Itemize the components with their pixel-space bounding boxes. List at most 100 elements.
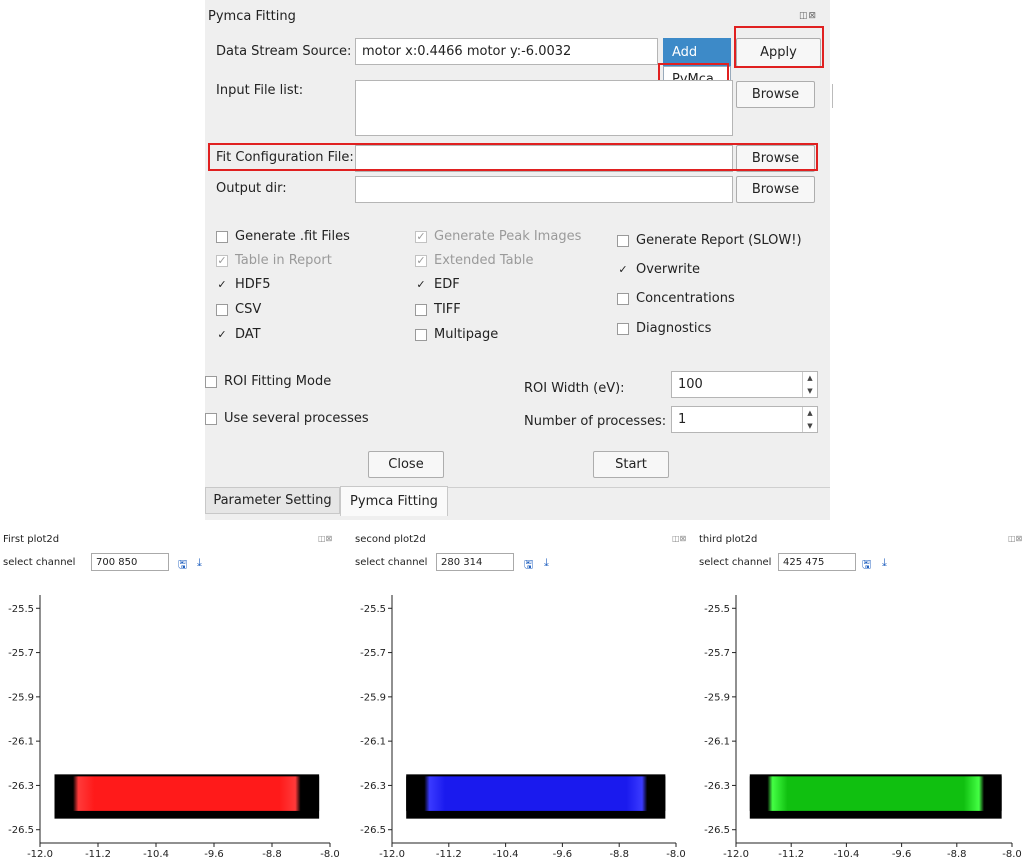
y-tick-label: -25.9 [360,692,386,703]
spin-arrows[interactable]: ▲ ▼ [802,407,817,432]
check-mark-icon[interactable]: ✓ [216,279,228,291]
spin-down-icon[interactable]: ▼ [803,385,817,398]
y-tick-label: -26.5 [704,825,730,836]
y-tick-label: -26.5 [8,825,34,836]
spin-down-icon[interactable]: ▼ [803,420,817,433]
plot-panel-first: First plot2d ◫⊠ select channel 700 850 🖫… [0,531,346,859]
generate-report-checkbox[interactable]: Generate Report (SLOW!) [617,233,802,248]
table-in-report-checkbox[interactable]: ✓ Table in Report [216,253,332,268]
dat-checkbox[interactable]: ✓ DAT [216,327,260,342]
x-tick-label: -8.0 [1002,849,1022,859]
output-dir-field[interactable] [355,176,733,203]
spin-up-icon[interactable]: ▲ [803,372,817,385]
x-tick-label: -8.0 [320,849,340,859]
output-browse-button[interactable]: Browse [736,176,815,203]
use-several-processes-checkbox[interactable]: Use several processes [205,411,369,426]
concentrations-checkbox[interactable]: Concentrations [617,291,735,306]
start-button[interactable]: Start [593,451,669,478]
generate-peak-images-checkbox[interactable]: ✓ Generate Peak Images [415,229,581,244]
hdf5-checkbox[interactable]: ✓ HDF5 [216,277,270,292]
multipage-checkbox[interactable]: Multipage [415,327,498,342]
checkbox-box[interactable] [617,292,629,305]
x-tick-label: -8.8 [947,849,967,859]
check-mark-icon[interactable]: ✓ [216,329,228,341]
x-tick-label: -9.6 [892,849,912,859]
processes-spinbox[interactable]: 1 ▲ ▼ [671,406,818,433]
check-mark-icon[interactable]: ✓ [617,264,629,276]
y-tick-label: -25.5 [8,604,34,615]
pymca-fitting-panel: Pymca Fitting ◫⊠ Data Stream Source: mot… [205,0,833,520]
plot-panel-second: second plot2d ◫⊠ select channel 280 314 … [352,531,692,859]
csv-checkbox[interactable]: CSV [216,302,261,317]
tab-pymca-fitting[interactable]: Pymca Fitting [340,486,448,516]
x-tick-label: -9.6 [553,849,573,859]
input-browse-button[interactable]: Browse [736,81,815,108]
spin-arrows[interactable]: ▲ ▼ [802,372,817,397]
output-dir-label: Output dir: [216,181,287,196]
y-tick-label: -25.9 [704,692,730,703]
y-tick-label: -25.7 [8,648,34,659]
roi-width-label: ROI Width (eV): [524,381,625,396]
y-tick-label: -25.7 [360,648,386,659]
y-tick-label: -25.7 [704,648,730,659]
checkbox-box[interactable]: ✓ [216,254,228,267]
apply-button[interactable]: Apply [736,38,821,67]
image-signal [54,776,320,811]
y-tick-label: -25.9 [8,692,34,703]
y-tick-label: -25.5 [704,604,730,615]
checkbox-box[interactable] [617,234,629,247]
data-stream-field[interactable]: motor x:0.4466 motor y:-6.0032 [355,38,658,65]
y-tick-label: -25.5 [360,604,386,615]
data-stream-label: Data Stream Source: [216,44,352,59]
y-tick-label: -26.1 [704,737,730,748]
extended-table-checkbox[interactable]: ✓ Extended Table [415,253,534,268]
plot-canvas[interactable]: -25.5 -25.7 -25.9 -26.1 -26.3 -26.5 -12.0 -11.2… [0,531,346,859]
checkbox-box[interactable] [205,412,217,425]
checkbox-box[interactable] [415,328,427,341]
checkbox-box[interactable] [415,303,427,316]
plot-canvas[interactable]: -25.5 -25.7 -25.9 -26.1 -26.3 -26.5 -12.0 -11.2… [352,531,692,859]
x-tick-label: -11.2 [85,849,111,859]
image-signal [749,776,1002,811]
close-button[interactable]: Close [368,451,444,478]
checkbox-box[interactable] [216,303,228,316]
diagnostics-checkbox[interactable]: Diagnostics [617,321,711,336]
y-tick-label: -26.3 [360,781,386,792]
x-tick-label: -9.6 [204,849,224,859]
fit-config-label: Fit Configuration File: [216,150,354,165]
check-mark-icon[interactable]: ✓ [415,279,427,291]
x-tick-label: -11.2 [436,849,462,859]
image-signal [406,776,666,811]
checkbox-box[interactable] [216,230,228,243]
fit-config-browse-button[interactable]: Browse [736,145,815,172]
checkbox-box[interactable]: ✓ [415,230,427,243]
x-tick-label: -10.4 [833,849,859,859]
roi-width-spinbox[interactable]: 100 ▲ ▼ [671,371,818,398]
roi-fitting-mode-checkbox[interactable]: ROI Fitting Mode [205,374,331,389]
float-icon[interactable]: ◫ [799,11,809,21]
plot-panel-third: third plot2d ◫⊠ select channel 425 475 🖫… [696,531,1028,859]
edf-checkbox[interactable]: ✓ EDF [415,277,459,292]
spin-up-icon[interactable]: ▲ [803,407,817,420]
plot-canvas[interactable]: -25.5 -25.7 -25.9 -26.1 -26.3 -26.5 -12.0 -11.2… [696,531,1028,859]
checkbox-box[interactable] [205,375,217,388]
checkbox-box[interactable] [617,322,629,335]
checkbox-box[interactable]: ✓ [415,254,427,267]
y-tick-label: -26.3 [8,781,34,792]
separator [832,84,833,108]
x-tick-label: -10.4 [493,849,519,859]
x-tick-label: -10.4 [143,849,169,859]
processes-label: Number of processes: [524,414,667,429]
add-button[interactable]: Add [663,38,731,66]
y-tick-label: -26.5 [360,825,386,836]
close-icon[interactable]: ⊠ [809,11,818,21]
x-tick-label: -8.8 [609,849,629,859]
input-file-list-label: Input File list: [216,83,304,98]
dock-buttons[interactable]: ◫⊠ [799,11,817,21]
input-file-list-box[interactable] [355,80,733,136]
generate-fit-files-checkbox[interactable]: Generate .fit Files [216,229,350,244]
fit-config-field[interactable] [355,145,733,172]
tiff-checkbox[interactable]: TIFF [415,302,461,317]
tab-parameter-setting[interactable]: Parameter Setting [205,487,340,514]
overwrite-checkbox[interactable]: ✓ Overwrite [617,262,700,277]
